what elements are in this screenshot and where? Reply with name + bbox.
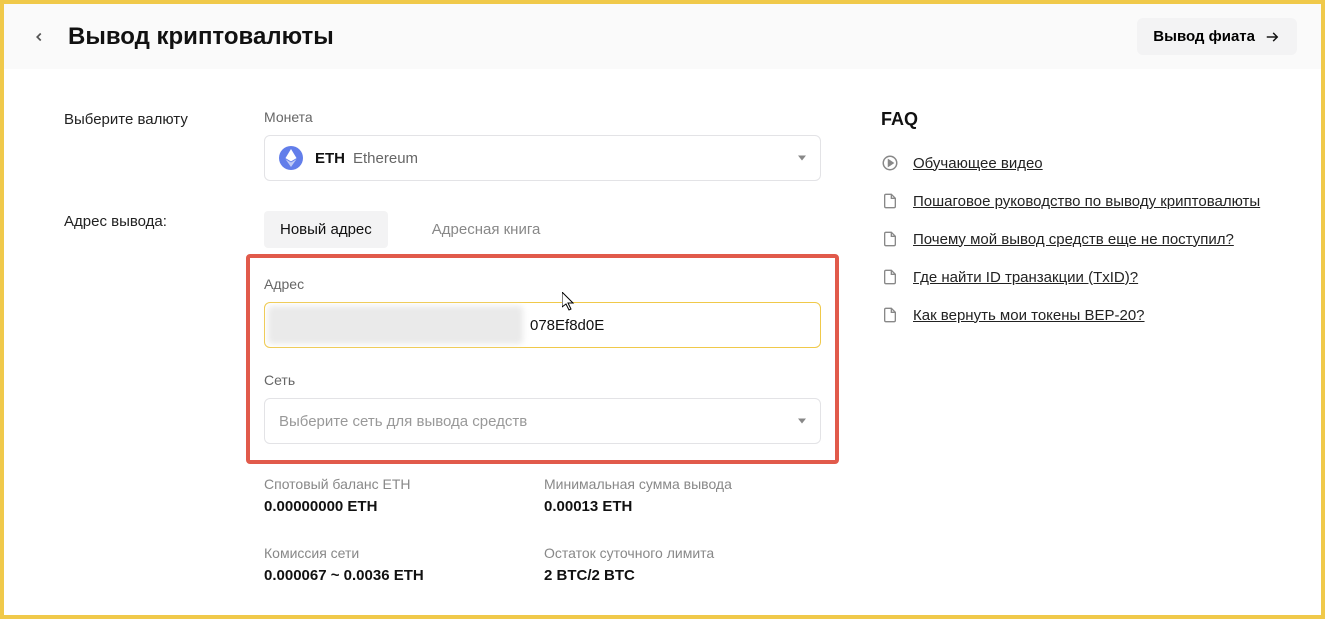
header-left: Вывод криптовалюты [28,23,334,51]
withdraw-row: Адрес вывода: Новый адрес Адресная книга… [64,211,821,584]
stat-limit-value: 2 BTC/2 BTC [544,567,784,584]
stat-limit: Остаток суточного лимита 2 BTC/2 BTC [544,545,784,584]
faq-item-txid: Где найти ID транзакции (TxID)? [881,268,1261,286]
faq-link[interactable]: Обучающее видео [913,155,1043,172]
coin-symbol: ETH [315,150,345,167]
faq-item-video: Обучающее видео [881,154,1261,172]
faq-link[interactable]: Где найти ID транзакции (TxID)? [913,269,1138,286]
coin-name: Ethereum [353,150,418,167]
withdraw-section-label: Адрес вывода: [64,211,264,584]
faq-title: FAQ [881,109,1261,130]
faq-item-guide: Пошаговое руководство по выводу криптова… [881,192,1261,210]
network-caption: Сеть [264,372,821,388]
page-title: Вывод криптовалюты [68,23,334,51]
faq-list: Обучающее видео Пошаговое руководство по… [881,154,1261,324]
stat-min-label: Минимальная сумма вывода [544,476,784,492]
stat-spot-value: 0.00000000 ETH [264,498,504,515]
stat-fee: Комиссия сети 0.000067 ~ 0.0036 ETH [264,545,504,584]
withdraw-body: Новый адрес Адресная книга Адрес Сеть Вы… [264,211,821,584]
currency-section-label: Выберите валюту [64,109,264,181]
fiat-withdraw-label: Вывод фиата [1153,28,1255,45]
fiat-withdraw-button[interactable]: Вывод фиата [1137,18,1297,55]
faq-item-bep20: Как вернуть мои токены BEP-20? [881,306,1261,324]
document-icon [881,192,899,210]
stat-fee-value: 0.000067 ~ 0.0036 ETH [264,567,504,584]
document-icon [881,230,899,248]
address-blur-overlay [268,306,523,344]
faq-link[interactable]: Почему мой вывод средств еще не поступил… [913,231,1234,248]
stat-min: Минимальная сумма вывода 0.00013 ETH [544,476,784,515]
stats-grid: Спотовый баланс ETH 0.00000000 ETH Миним… [264,476,821,584]
address-caption: Адрес [264,276,821,292]
currency-row: Выберите валюту Монета ETH Ethereum [64,109,821,181]
faq-link[interactable]: Пошаговое руководство по выводу криптова… [913,193,1260,210]
play-circle-icon [881,154,899,172]
document-icon [881,268,899,286]
arrow-right-icon [1263,30,1281,44]
back-button[interactable] [28,26,50,48]
chevron-left-icon [32,30,46,44]
page-header: Вывод криптовалюты Вывод фиата [4,4,1321,69]
ethereum-glyph [285,149,297,167]
faq-item-notarrived: Почему мой вывод средств еще не поступил… [881,230,1261,248]
stat-fee-label: Комиссия сети [264,545,504,561]
faq-link[interactable]: Как вернуть мои токены BEP-20? [913,307,1145,324]
tab-new-address[interactable]: Новый адрес [264,211,388,248]
highlight-box: Адрес Сеть Выберите сеть для вывода сред… [246,254,839,464]
stat-spot-label: Спотовый баланс ETH [264,476,504,492]
caret-down-icon [798,156,806,161]
document-icon [881,306,899,324]
tab-address-book[interactable]: Адресная книга [416,211,557,248]
address-wrap [264,302,821,348]
stat-spot: Спотовый баланс ETH 0.00000000 ETH [264,476,504,515]
network-placeholder: Выберите сеть для вывода средств [279,413,527,430]
content: Выберите валюту Монета ETH Ethereum Адре… [4,69,1321,614]
coin-select[interactable]: ETH Ethereum [264,135,821,181]
caret-down-icon [798,419,806,424]
coin-caption: Монета [264,109,821,125]
eth-icon [279,146,303,170]
stat-min-value: 0.00013 ETH [544,498,784,515]
main-column: Выберите валюту Монета ETH Ethereum Адре… [64,109,821,594]
network-select[interactable]: Выберите сеть для вывода средств [264,398,821,444]
stat-limit-label: Остаток суточного лимита [544,545,784,561]
currency-body: Монета ETH Ethereum [264,109,821,181]
faq-column: FAQ Обучающее видео Пошаговое руководств… [881,109,1261,594]
address-tabs: Новый адрес Адресная книга [264,211,821,248]
